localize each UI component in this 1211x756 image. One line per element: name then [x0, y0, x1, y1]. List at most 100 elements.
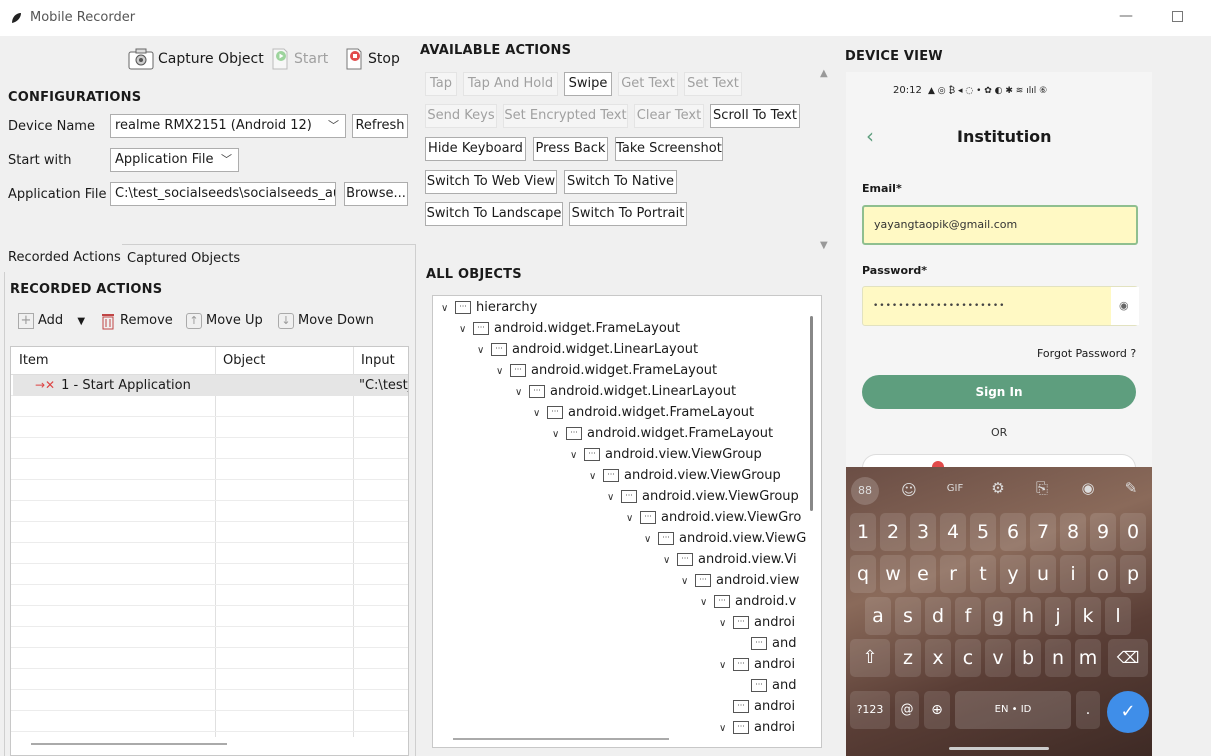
clear-text-button[interactable]: Clear Text — [634, 104, 704, 128]
device-screen[interactable]: 20:12 ▲ ◎ ₿ ◂ ◌ • ✿ ◐ ✱ ≋ ılıl ⑥ ‹ Insti… — [846, 72, 1152, 756]
tree-node[interactable]: ∨ ··· androi — [719, 718, 795, 738]
key[interactable]: f — [955, 597, 981, 635]
key[interactable]: c — [955, 639, 981, 677]
key[interactable]: 6 — [1000, 513, 1026, 551]
key[interactable]: x — [925, 639, 951, 677]
column-input[interactable]: Input — [353, 347, 408, 375]
key[interactable]: b — [1015, 639, 1041, 677]
tree-node[interactable]: ∨ ··· android.view.Vi — [663, 550, 797, 570]
capture-object-button[interactable]: Capture Object — [128, 46, 264, 72]
browse-button[interactable]: Browse... — [344, 182, 408, 206]
tap-and-hold-button[interactable]: Tap And Hold — [463, 72, 558, 96]
key[interactable]: y — [1000, 555, 1026, 593]
tree-node[interactable]: ∨ ··· android.widget.FrameLayout — [533, 403, 754, 423]
key[interactable]: 2 — [880, 513, 906, 551]
tree-node[interactable]: ∨ ··· android.widget.LinearLayout — [515, 382, 736, 402]
sign-in-button[interactable]: Sign In — [862, 375, 1136, 409]
maximize-button[interactable] — [1172, 11, 1183, 22]
translate-icon[interactable]: ⎘ — [1029, 479, 1055, 497]
emoji-grid-icon[interactable]: 88 — [851, 477, 879, 505]
tree-node[interactable]: ∨ ··· android.view.ViewG — [644, 529, 806, 549]
refresh-button[interactable]: Refresh — [352, 114, 408, 138]
vertical-scrollbar[interactable] — [810, 316, 813, 511]
switch-to-native-button[interactable]: Switch To Native — [564, 170, 677, 194]
add-button[interactable]: + Add ▼ — [18, 308, 85, 334]
get-text-button[interactable]: Get Text — [618, 72, 678, 96]
tree-node[interactable]: ∨ ··· androi — [719, 613, 795, 633]
key[interactable]: s — [895, 597, 921, 635]
key[interactable]: l — [1105, 597, 1131, 635]
tab-recorded-actions[interactable]: Recorded Actions — [4, 244, 122, 272]
minimize-button[interactable]: — — [1118, 8, 1134, 26]
tree-node[interactable]: ∨ ··· android.widget.LinearLayout — [477, 340, 698, 360]
space-key[interactable]: EN • ID — [955, 691, 1071, 729]
hide-keyboard-button[interactable]: Hide Keyboard — [425, 137, 526, 161]
eye-icon[interactable]: ◉ — [1119, 287, 1129, 325]
key[interactable]: p — [1120, 555, 1146, 593]
at-key[interactable]: @ — [895, 691, 919, 729]
key[interactable]: g — [985, 597, 1011, 635]
table-row[interactable]: →✕ 1 - Start Application "C:\test_ — [11, 375, 408, 396]
tree-node[interactable]: ∨ ··· android.view.ViewGroup — [607, 487, 799, 507]
palette-icon[interactable]: ◉ — [1075, 479, 1101, 497]
application-file-input[interactable]: C:\test_socialseeds\socialseeds_aut — [110, 182, 336, 206]
key[interactable]: u — [1030, 555, 1056, 593]
set-encrypted-text-button[interactable]: Set Encrypted Text — [503, 104, 628, 128]
tap-button[interactable]: Tap — [425, 72, 457, 96]
sticker-icon[interactable]: ☺ — [896, 481, 922, 499]
password-field[interactable]: ••••••••••••••••••••• ◉ — [862, 286, 1139, 326]
key[interactable]: 3 — [910, 513, 936, 551]
key[interactable]: i — [1060, 555, 1086, 593]
switch-to-portrait-button[interactable]: Switch To Portrait — [569, 202, 687, 226]
back-chevron-icon[interactable]: ‹ — [866, 124, 874, 148]
key[interactable]: w — [880, 555, 906, 593]
key[interactable]: n — [1045, 639, 1071, 677]
no-edit-icon[interactable]: ✎ — [1118, 479, 1144, 497]
key[interactable]: d — [925, 597, 951, 635]
move-down-button[interactable]: ↓ Move Down — [278, 308, 374, 334]
key[interactable]: 9 — [1090, 513, 1116, 551]
key[interactable]: h — [1015, 597, 1041, 635]
key[interactable]: 8 — [1060, 513, 1086, 551]
backspace-icon[interactable]: ⌫ — [1108, 639, 1148, 677]
swipe-button[interactable]: Swipe — [564, 72, 612, 96]
period-key[interactable]: . — [1076, 691, 1100, 729]
tree-node[interactable]: ∨ ··· android.widget.FrameLayout — [459, 319, 680, 339]
tree-node[interactable]: ··· and — [737, 634, 796, 654]
start-with-select[interactable]: Application File ﹀ — [110, 148, 239, 172]
tree-node[interactable]: ∨ ··· androi — [719, 655, 795, 675]
switch-to-landscape-button[interactable]: Switch To Landscape — [425, 202, 563, 226]
remove-button[interactable]: Remove — [100, 308, 173, 334]
move-up-button[interactable]: ↑ Move Up — [186, 308, 263, 334]
key[interactable]: 7 — [1030, 513, 1056, 551]
key[interactable]: k — [1075, 597, 1101, 635]
key[interactable]: r — [940, 555, 966, 593]
enter-check-icon[interactable]: ✓ — [1107, 691, 1149, 733]
key[interactable]: 5 — [970, 513, 996, 551]
tree-node[interactable]: ∨ ··· android.view.ViewGroup — [589, 466, 781, 486]
tree-node[interactable]: ∨ ··· android.view — [681, 571, 799, 591]
horizontal-scrollbar[interactable] — [453, 738, 669, 740]
press-back-button[interactable]: Press Back — [533, 137, 608, 161]
tree-node[interactable]: ∨ ··· android.view.ViewGroup — [570, 445, 762, 465]
key[interactable]: 4 — [940, 513, 966, 551]
symbols-key[interactable]: ?123 — [850, 691, 890, 729]
key[interactable]: v — [985, 639, 1011, 677]
key[interactable]: t — [970, 555, 996, 593]
column-object[interactable]: Object — [215, 347, 353, 375]
send-keys-button[interactable]: Send Keys — [425, 104, 497, 128]
key[interactable]: 0 — [1120, 513, 1146, 551]
tree-node[interactable]: ∨ ··· android.widget.FrameLayout — [552, 424, 773, 444]
key[interactable]: j — [1045, 597, 1071, 635]
set-text-button[interactable]: Set Text — [684, 72, 742, 96]
gear-icon[interactable]: ⚙ — [985, 479, 1011, 497]
scroll-to-text-button[interactable]: Scroll To Text — [710, 104, 800, 128]
key[interactable]: o — [1090, 555, 1116, 593]
globe-icon[interactable]: ⊕ — [924, 691, 950, 729]
key[interactable]: a — [865, 597, 891, 635]
start-button[interactable]: Start — [270, 46, 328, 72]
tab-captured-objects[interactable]: Captured Objects — [122, 246, 262, 272]
stop-button[interactable]: Stop — [344, 46, 400, 72]
tree-node[interactable]: ··· and — [737, 676, 796, 696]
tree-node[interactable]: ∨ ··· android.v — [700, 592, 796, 612]
